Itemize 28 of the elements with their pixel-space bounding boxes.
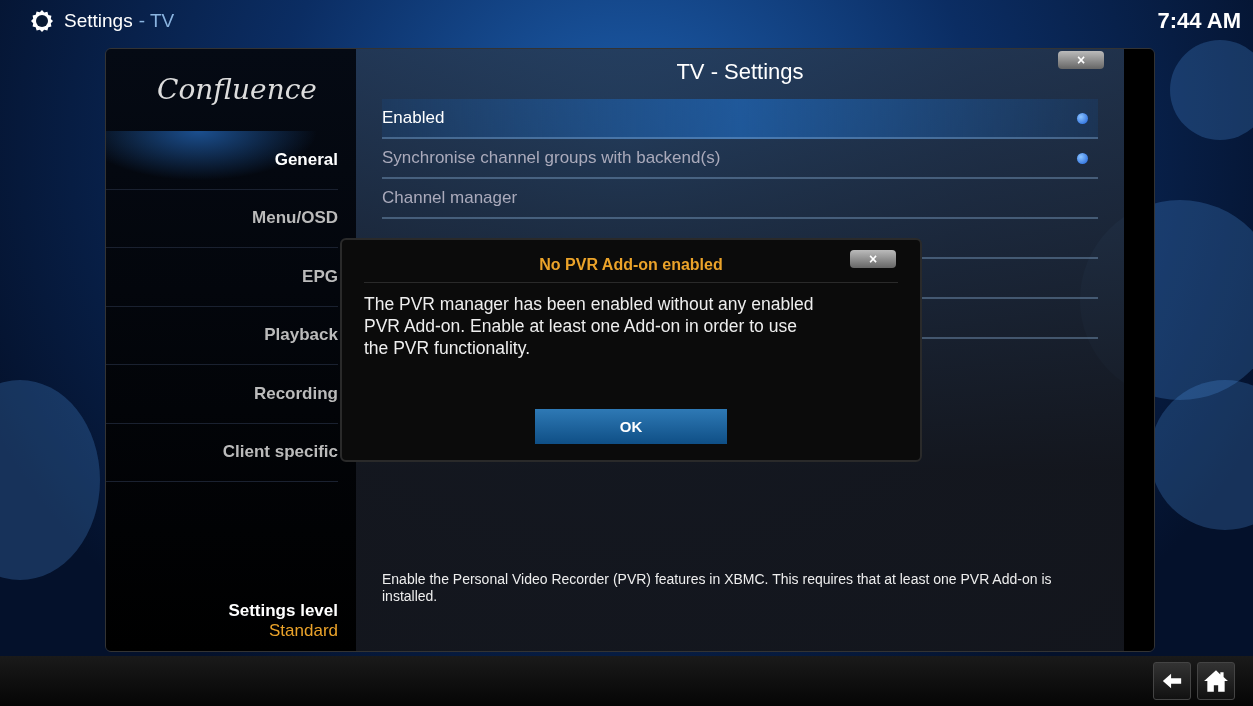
toggle-indicator[interactable] [1077, 152, 1088, 164]
logo: Confluence [156, 72, 318, 108]
back-button[interactable] [1153, 662, 1191, 700]
category-item[interactable]: Menu/OSD [106, 189, 338, 248]
category-item[interactable]: Recording [106, 365, 338, 424]
settings-icon [30, 9, 54, 33]
settings-level-label: Settings level [228, 601, 338, 621]
setting-label: Channel manager [382, 188, 519, 208]
panel-title: TV - Settings [676, 58, 804, 86]
dialog-message: The PVR manager has been enabled without any enabled PVR Add-on. Enable at least one Add-on in order to use the PVR functionality. [364, 293, 814, 359]
home-button[interactable] [1197, 662, 1235, 700]
setting-row[interactable]: Enabled [382, 99, 1098, 139]
setting-label: Synchronise channel groups with backend(s) [382, 148, 722, 168]
ok-button[interactable]: OK [535, 409, 727, 444]
setting-row[interactable]: Channel manager [382, 179, 1098, 219]
category-item[interactable]: Playback [106, 306, 338, 365]
window-subtitle: - TV [138, 10, 175, 32]
home-icon [1203, 668, 1229, 694]
category-item[interactable]: EPG [106, 248, 338, 307]
toggle-indicator[interactable] [1077, 112, 1088, 124]
window-title: Settings [64, 10, 133, 32]
setting-description: Enable the Personal Video Recorder (PVR) features in XBMC. This requires that at least one PVR Add-on is installed. [382, 571, 1053, 605]
category-item[interactable]: Client specific [106, 423, 338, 482]
clock: 7:44 AM [1157, 8, 1241, 34]
settings-level-value[interactable]: Standard [269, 621, 338, 641]
setting-label: Enabled [382, 108, 446, 128]
setting-row[interactable]: Synchronise channel groups with backend(s) [382, 139, 1098, 179]
category-item[interactable]: General [106, 131, 338, 190]
